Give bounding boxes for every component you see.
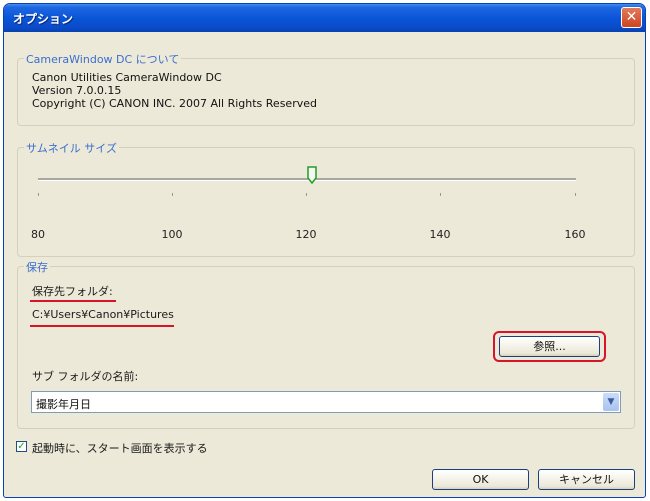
cancel-button[interactable]: キャンセル xyxy=(538,469,635,490)
browse-button[interactable]: 参照... xyxy=(499,336,600,357)
close-icon: ✕ xyxy=(625,9,638,25)
slider-tick xyxy=(306,193,307,196)
slider-label-120: 120 xyxy=(295,228,317,241)
about-copyright: Copyright (C) CANON INC. 2007 All Rights… xyxy=(32,97,317,110)
save-folder-path: C:¥Users¥Canon¥Pictures xyxy=(32,308,174,321)
about-legend: CameraWindow DC について xyxy=(24,51,182,67)
startup-screen-label: 起動時に、スタート画面を表示する xyxy=(32,442,208,455)
ok-button[interactable]: OK xyxy=(432,469,529,490)
thumbnail-size-slider-thumb[interactable] xyxy=(307,166,317,185)
window-title: オプション xyxy=(13,12,74,26)
slider-tick xyxy=(38,193,39,196)
save-group: 保存 保存先フォルダ: C:¥Users¥Canon¥Pictures 参照..… xyxy=(17,259,635,429)
startup-screen-checkbox[interactable]: ✓ xyxy=(16,441,27,452)
folder-label-highlight xyxy=(30,300,116,302)
subfolder-name-select[interactable]: 撮影年月日 ▼ xyxy=(31,391,621,413)
folder-path-highlight xyxy=(30,325,174,327)
slider-label-160: 160 xyxy=(564,228,586,241)
thumbnail-size-group: サムネイル サイズ 80 100 120 140 160 xyxy=(17,140,635,257)
subfolder-name-value: 撮影年月日 xyxy=(36,398,91,411)
title-bar[interactable]: オプション ✕ xyxy=(4,4,645,32)
slider-tick xyxy=(172,193,173,196)
slider-tick xyxy=(440,193,441,196)
slider-label-140: 140 xyxy=(429,228,451,241)
about-version: Version 7.0.0.15 xyxy=(32,84,122,97)
slider-tick xyxy=(575,193,576,196)
save-legend: 保存 xyxy=(24,259,50,275)
close-button[interactable]: ✕ xyxy=(621,7,642,28)
about-product-name: Canon Utilities CameraWindow DC xyxy=(32,71,222,84)
options-dialog: オプション ✕ CameraWindow DC について Canon Utili… xyxy=(3,3,646,498)
dialog-content: CameraWindow DC について Canon Utilities Cam… xyxy=(7,32,642,494)
subfolder-name-label: サブ フォルダの名前: xyxy=(32,370,139,383)
slider-label-80: 80 xyxy=(31,228,45,241)
save-folder-label: 保存先フォルダ: xyxy=(32,285,113,298)
about-group: CameraWindow DC について Canon Utilities Cam… xyxy=(17,51,635,126)
slider-label-100: 100 xyxy=(161,228,183,241)
thumbnail-size-legend: サムネイル サイズ xyxy=(24,140,119,156)
dropdown-arrow-icon[interactable]: ▼ xyxy=(603,393,619,411)
